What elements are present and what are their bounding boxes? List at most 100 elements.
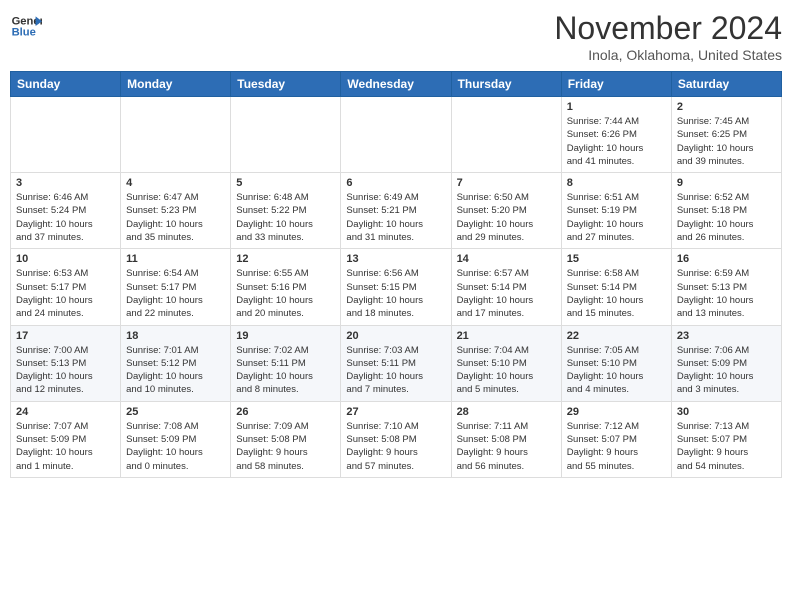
day-number: 1 — [567, 101, 666, 113]
calendar-cell: 1 Sunrise: 7:44 AM Sunset: 6:26 PM Daylig… — [561, 97, 671, 173]
day-number: 8 — [567, 177, 666, 189]
day-number: 20 — [346, 330, 445, 342]
day-info: Sunrise: 7:08 AM Sunset: 5:09 PM Dayligh… — [126, 420, 225, 473]
day-info: Sunrise: 7:44 AM Sunset: 6:26 PM Dayligh… — [567, 115, 666, 168]
day-info: Sunrise: 7:06 AM Sunset: 5:09 PM Dayligh… — [677, 344, 776, 397]
day-info: Sunrise: 6:54 AM Sunset: 5:17 PM Dayligh… — [126, 267, 225, 320]
day-number: 9 — [677, 177, 776, 189]
location-title: Inola, Oklahoma, United States — [554, 47, 782, 63]
day-number: 19 — [236, 330, 335, 342]
page-header: General Blue November 2024 Inola, Oklaho… — [10, 10, 782, 63]
day-number: 15 — [567, 253, 666, 265]
calendar-cell: 7Sunrise: 6:50 AM Sunset: 5:20 PM Daylig… — [451, 173, 561, 249]
day-info: Sunrise: 6:51 AM Sunset: 5:19 PM Dayligh… — [567, 191, 666, 244]
calendar-cell — [11, 97, 121, 173]
day-info: Sunrise: 7:07 AM Sunset: 5:09 PM Dayligh… — [16, 420, 115, 473]
calendar-week-row: 3Sunrise: 6:46 AM Sunset: 5:24 PM Daylig… — [11, 173, 782, 249]
weekday-header: Tuesday — [231, 72, 341, 97]
calendar-cell: 5 Sunrise: 6:48 AM Sunset: 5:22 PM Daylig… — [231, 173, 341, 249]
calendar-cell: 10Sunrise: 6:53 AM Sunset: 5:17 PM Dayli… — [11, 249, 121, 325]
day-number: 13 — [346, 253, 445, 265]
weekday-header: Thursday — [451, 72, 561, 97]
calendar-table: SundayMondayTuesdayWednesdayThursdayFrid… — [10, 71, 782, 478]
calendar-week-row: 10Sunrise: 6:53 AM Sunset: 5:17 PM Dayli… — [11, 249, 782, 325]
calendar-cell: 4Sunrise: 6:47 AM Sunset: 5:23 PM Daylig… — [121, 173, 231, 249]
day-info: Sunrise: 6:55 AM Sunset: 5:16 PM Dayligh… — [236, 267, 335, 320]
day-info: Sunrise: 6:53 AM Sunset: 5:17 PM Dayligh… — [16, 267, 115, 320]
day-info: Sunrise: 6:52 AM Sunset: 5:18 PM Dayligh… — [677, 191, 776, 244]
day-info: Sunrise: 6:57 AM Sunset: 5:14 PM Dayligh… — [457, 267, 556, 320]
day-number: 23 — [677, 330, 776, 342]
calendar-cell: 23 Sunrise: 7:06 AM Sunset: 5:09 PM Dayli… — [671, 325, 781, 401]
weekday-header: Wednesday — [341, 72, 451, 97]
calendar-cell: 17Sunrise: 7:00 AM Sunset: 5:13 PM Dayli… — [11, 325, 121, 401]
calendar-cell: 27 Sunrise: 7:10 AM Sunset: 5:08 PM Dayli… — [341, 401, 451, 477]
day-number: 30 — [677, 406, 776, 418]
day-info: Sunrise: 7:11 AM Sunset: 5:08 PM Dayligh… — [457, 420, 556, 473]
day-number: 12 — [236, 253, 335, 265]
day-number: 16 — [677, 253, 776, 265]
day-info: Sunrise: 7:05 AM Sunset: 5:10 PM Dayligh… — [567, 344, 666, 397]
day-info: Sunrise: 6:56 AM Sunset: 5:15 PM Dayligh… — [346, 267, 445, 320]
day-info: Sunrise: 6:49 AM Sunset: 5:21 PM Dayligh… — [346, 191, 445, 244]
calendar-cell: 15 Sunrise: 6:58 AM Sunset: 5:14 PM Dayli… — [561, 249, 671, 325]
day-number: 27 — [346, 406, 445, 418]
weekday-header: Sunday — [11, 72, 121, 97]
day-info: Sunrise: 7:02 AM Sunset: 5:11 PM Dayligh… — [236, 344, 335, 397]
day-info: Sunrise: 7:03 AM Sunset: 5:11 PM Dayligh… — [346, 344, 445, 397]
day-number: 29 — [567, 406, 666, 418]
calendar-cell: 2Sunrise: 7:45 AM Sunset: 6:25 PM Daylig… — [671, 97, 781, 173]
weekday-header: Saturday — [671, 72, 781, 97]
day-info: Sunrise: 7:10 AM Sunset: 5:08 PM Dayligh… — [346, 420, 445, 473]
calendar-cell: 21 Sunrise: 7:04 AM Sunset: 5:10 PM Dayli… — [451, 325, 561, 401]
day-number: 6 — [346, 177, 445, 189]
day-number: 17 — [16, 330, 115, 342]
calendar-cell: 3Sunrise: 6:46 AM Sunset: 5:24 PM Daylig… — [11, 173, 121, 249]
calendar-cell: 8 Sunrise: 6:51 AM Sunset: 5:19 PM Daylig… — [561, 173, 671, 249]
day-number: 22 — [567, 330, 666, 342]
calendar-cell: 6 Sunrise: 6:49 AM Sunset: 5:21 PM Daylig… — [341, 173, 451, 249]
day-info: Sunrise: 7:12 AM Sunset: 5:07 PM Dayligh… — [567, 420, 666, 473]
calendar-week-row: 24 Sunrise: 7:07 AM Sunset: 5:09 PM Dayli… — [11, 401, 782, 477]
svg-text:Blue: Blue — [12, 27, 36, 39]
calendar-cell: 19 Sunrise: 7:02 AM Sunset: 5:11 PM Dayli… — [231, 325, 341, 401]
month-title: November 2024 — [554, 10, 782, 47]
day-info: Sunrise: 6:59 AM Sunset: 5:13 PM Dayligh… — [677, 267, 776, 320]
day-number: 25 — [126, 406, 225, 418]
calendar-cell: 24 Sunrise: 7:07 AM Sunset: 5:09 PM Dayli… — [11, 401, 121, 477]
day-info: Sunrise: 6:47 AM Sunset: 5:23 PM Dayligh… — [126, 191, 225, 244]
calendar-cell: 14 Sunrise: 6:57 AM Sunset: 5:14 PM Dayli… — [451, 249, 561, 325]
day-number: 11 — [126, 253, 225, 265]
day-number: 14 — [457, 253, 556, 265]
calendar-cell: 25 Sunrise: 7:08 AM Sunset: 5:09 PM Dayli… — [121, 401, 231, 477]
day-number: 26 — [236, 406, 335, 418]
calendar-cell: 16 Sunrise: 6:59 AM Sunset: 5:13 PM Dayli… — [671, 249, 781, 325]
title-block: November 2024 Inola, Oklahoma, United St… — [554, 10, 782, 63]
calendar-cell: 18Sunrise: 7:01 AM Sunset: 5:12 PM Dayli… — [121, 325, 231, 401]
day-number: 2 — [677, 101, 776, 113]
calendar-cell — [121, 97, 231, 173]
weekday-header: Monday — [121, 72, 231, 97]
calendar-cell — [231, 97, 341, 173]
day-info: Sunrise: 6:48 AM Sunset: 5:22 PM Dayligh… — [236, 191, 335, 244]
logo: General Blue — [10, 10, 42, 42]
day-info: Sunrise: 7:09 AM Sunset: 5:08 PM Dayligh… — [236, 420, 335, 473]
calendar-cell: 26 Sunrise: 7:09 AM Sunset: 5:08 PM Dayli… — [231, 401, 341, 477]
calendar-cell: 12 Sunrise: 6:55 AM Sunset: 5:16 PM Dayli… — [231, 249, 341, 325]
day-info: Sunrise: 6:58 AM Sunset: 5:14 PM Dayligh… — [567, 267, 666, 320]
calendar-cell: 11 Sunrise: 6:54 AM Sunset: 5:17 PM Dayli… — [121, 249, 231, 325]
weekday-header: Friday — [561, 72, 671, 97]
calendar-cell — [341, 97, 451, 173]
day-number: 21 — [457, 330, 556, 342]
day-number: 24 — [16, 406, 115, 418]
calendar-cell: 30Sunrise: 7:13 AM Sunset: 5:07 PM Dayli… — [671, 401, 781, 477]
calendar-cell: 29 Sunrise: 7:12 AM Sunset: 5:07 PM Dayli… — [561, 401, 671, 477]
day-number: 7 — [457, 177, 556, 189]
day-number: 5 — [236, 177, 335, 189]
calendar-cell: 9 Sunrise: 6:52 AM Sunset: 5:18 PM Daylig… — [671, 173, 781, 249]
day-info: Sunrise: 7:04 AM Sunset: 5:10 PM Dayligh… — [457, 344, 556, 397]
calendar-week-row: 1 Sunrise: 7:44 AM Sunset: 6:26 PM Daylig… — [11, 97, 782, 173]
day-number: 3 — [16, 177, 115, 189]
calendar-cell — [451, 97, 561, 173]
day-info: Sunrise: 7:01 AM Sunset: 5:12 PM Dayligh… — [126, 344, 225, 397]
